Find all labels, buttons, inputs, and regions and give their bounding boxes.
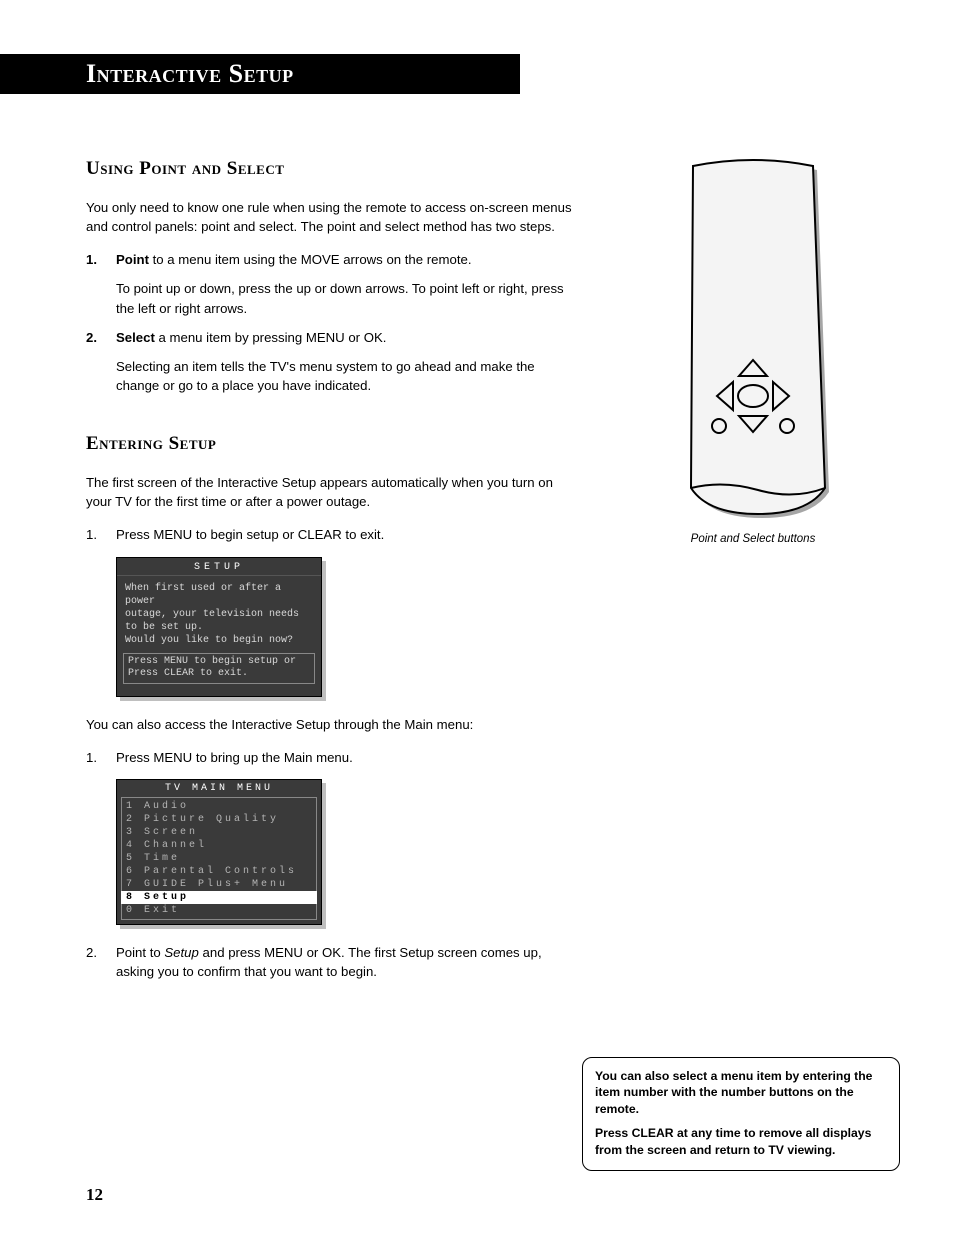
main-column: Using Point and Select You only need to …	[86, 158, 578, 991]
heading-entering: Entering Setup	[86, 433, 578, 455]
page-title: Interactive Setup	[86, 59, 294, 89]
osd-menu-item: 0Exit	[122, 904, 316, 917]
step-lead: Point	[116, 252, 149, 267]
step-detail: Selecting an item tells the TV's menu sy…	[116, 357, 578, 395]
step-number: 2.	[86, 943, 97, 962]
step-text-pre: Point to	[116, 945, 164, 960]
after-setup-osd: You can also access the Interactive Setu…	[86, 715, 578, 734]
step-number: 1.	[86, 525, 97, 544]
tip-text-2: Press CLEAR at any time to remove all di…	[595, 1125, 887, 1158]
osd-setup-body: When first used or after a power outage,…	[117, 576, 321, 653]
side-column: Point and Select buttons	[606, 158, 900, 991]
step-text: a menu item by pressing MENU or OK.	[155, 330, 387, 345]
osd-setup-title: SETUP	[117, 558, 321, 576]
osd-menu-item: 7GUIDE Plus+ Menu	[122, 878, 316, 891]
tip-text-1: You can also select a menu item by enter…	[595, 1068, 887, 1117]
osd-menu-item: 5Time	[122, 852, 316, 865]
step-detail: To point up or down, press the up or dow…	[116, 279, 578, 317]
intro-entering: The first screen of the Interactive Setu…	[86, 473, 578, 511]
osd-menu-item: 8Setup	[121, 891, 317, 904]
step-text: to a menu item using the MOVE arrows on …	[149, 252, 472, 267]
osd-setup-hint: Press MENU to begin setup or Press CLEAR…	[123, 653, 315, 684]
point-select-steps: 1. Point to a menu item using the MOVE a…	[86, 250, 578, 395]
step-text: Press MENU to bring up the Main menu.	[116, 748, 578, 767]
step-text: Press MENU to begin setup or CLEAR to ex…	[116, 525, 578, 544]
page-number: 12	[86, 1185, 103, 1205]
osd-menu-item: 6Parental Controls	[122, 865, 316, 878]
remote-illustration	[663, 158, 843, 518]
page-title-bar: Interactive Setup	[0, 54, 520, 94]
osd-main-title: TV MAIN MENU	[117, 780, 321, 797]
step-lead: Select	[116, 330, 155, 345]
osd-menu-item: 1Audio	[122, 800, 316, 813]
remote-caption: Point and Select buttons	[663, 533, 843, 545]
intro-point-select: You only need to know one rule when usin…	[86, 198, 578, 236]
osd-menu-item: 3Screen	[122, 826, 316, 839]
osd-setup-screenshot: SETUP When first used or after a power o…	[116, 557, 322, 697]
tip-box: You can also select a menu item by enter…	[582, 1057, 900, 1171]
osd-main-menu-screenshot: TV MAIN MENU 1Audio2Picture Quality3Scre…	[116, 779, 322, 925]
step-number: 1.	[86, 748, 97, 767]
step-number: 2.	[86, 328, 97, 347]
osd-menu-item: 2Picture Quality	[122, 813, 316, 826]
step-em: Setup	[164, 945, 198, 960]
osd-menu-item: 4Channel	[122, 839, 316, 852]
heading-point-select: Using Point and Select	[86, 158, 578, 180]
step-number: 1.	[86, 250, 97, 269]
